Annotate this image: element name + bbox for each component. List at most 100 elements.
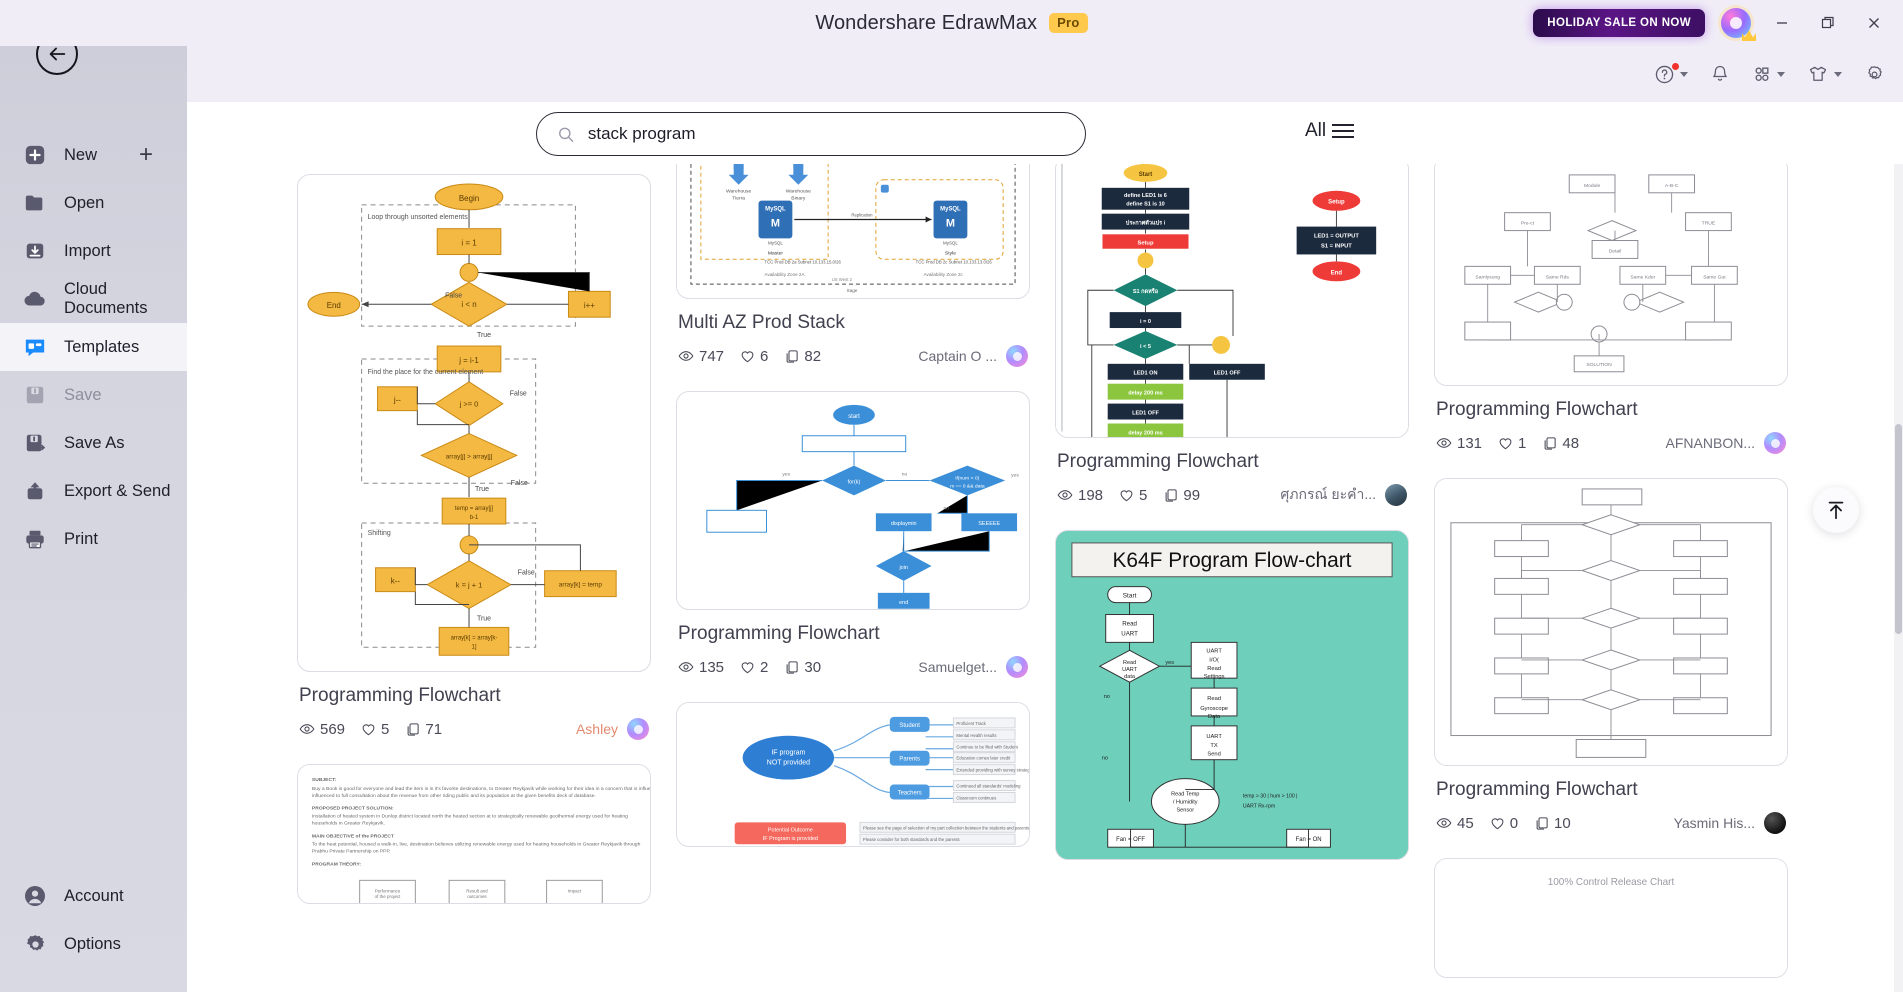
- svg-text:no: no: [943, 506, 949, 511]
- sidebar-item-import[interactable]: Import: [0, 227, 187, 275]
- template-thumbnail[interactable]: start for(k) if(num > 0) m == 0 && data …: [676, 391, 1030, 610]
- sidebar-item-print[interactable]: Print: [0, 515, 187, 563]
- chevron-down-icon: [1777, 71, 1785, 77]
- template-thumbnail[interactable]: Start define LED1 is 6 define S1 is 10 ป…: [1055, 164, 1409, 438]
- svg-text:NOT provided: NOT provided: [767, 760, 810, 767]
- svg-text:1]: 1]: [472, 644, 477, 650]
- scroll-to-top-icon: [1828, 501, 1844, 520]
- likes-count: 1: [1518, 434, 1527, 452]
- template-card[interactable]: Start define LED1 is 6 define S1 is 10 ป…: [1055, 164, 1409, 508]
- template-card[interactable]: Begin Loop through unsorted elements i =…: [297, 174, 651, 742]
- svg-text:100% Control Release Chart: 100% Control Release Chart: [1548, 877, 1675, 888]
- svg-text:LED1 ON: LED1 ON: [1133, 371, 1157, 377]
- aws-stack-preview: TCC Tickets WarehouseTickets WarehouseTi…: [677, 164, 1029, 298]
- sidebar-item-cloud-documents[interactable]: Cloud Documents: [0, 275, 187, 323]
- sidebar-item-export-send[interactable]: Export & Send: [0, 467, 187, 515]
- template-thumbnail[interactable]: Module A-B-C Pre-ct TRUE Detail Samlysung S…: [1434, 164, 1788, 386]
- sidebar-item-options[interactable]: Options: [0, 920, 187, 968]
- avatar: [1764, 432, 1786, 454]
- search-icon: [559, 127, 574, 142]
- content-scrollbar[interactable]: [1894, 164, 1903, 992]
- copies-stat: 99: [1163, 487, 1200, 504]
- card-author[interactable]: Yasmin His...: [1674, 812, 1786, 834]
- settings-button[interactable]: [1864, 64, 1885, 85]
- close-button[interactable]: [1859, 8, 1889, 38]
- copies-stat: 48: [1542, 435, 1579, 452]
- chevron-down-icon: [1680, 71, 1688, 77]
- svg-text:MySQL: MySQL: [768, 240, 783, 245]
- filter-all-button[interactable]: All: [1305, 120, 1355, 142]
- document-page-preview: SUBJECT: Buy a Book is good for everyone…: [298, 765, 650, 903]
- help-button[interactable]: [1654, 62, 1688, 85]
- card-author[interactable]: ศุภกรณ์ ยะคำ...: [1280, 484, 1407, 506]
- apps-grid-icon: [1755, 67, 1769, 81]
- card-author[interactable]: Captain O ...: [918, 345, 1028, 367]
- notifications-button[interactable]: [1710, 64, 1730, 84]
- template-thumbnail[interactable]: 100% Control Release Chart: [1434, 858, 1788, 978]
- apps-grid-button[interactable]: [1752, 64, 1785, 84]
- svg-text:Prabhu Private Partnership on: Prabhu Private Partnership on PPP.: [312, 848, 391, 854]
- copy-icon: [1536, 816, 1548, 830]
- template-thumbnail[interactable]: K64F Program Flow-chart Start Read UART …: [1055, 530, 1409, 860]
- svg-text:yes: yes: [1165, 660, 1174, 666]
- new-plus-icon: [22, 142, 48, 168]
- svg-text:Please see the page of selecti: Please see the page of selection of my p…: [863, 825, 1029, 830]
- minimize-button[interactable]: [1767, 8, 1797, 38]
- sidebar-item-new[interactable]: New +: [0, 131, 187, 179]
- template-card[interactable]: Module A-B-C Pre-ct TRUE Detail Samlysung S…: [1434, 164, 1788, 456]
- svg-text:Read: Read: [1122, 620, 1137, 627]
- svg-text:Performance: Performance: [375, 888, 401, 893]
- sidebar-item-save-as[interactable]: Save As: [0, 419, 187, 467]
- user-avatar[interactable]: [1721, 8, 1756, 41]
- export-send-icon: [22, 478, 48, 504]
- views-stat: 135: [678, 659, 724, 676]
- svg-text:j >= 0: j >= 0: [459, 400, 479, 409]
- template-thumbnail[interactable]: Begin Loop through unsorted elements i =…: [297, 174, 651, 672]
- heart-icon: [362, 723, 375, 735]
- svg-text:TCC Prod DB 2a Subnet 10.133.1: TCC Prod DB 2a Subnet 10.133.15.0/26: [765, 259, 842, 264]
- svg-text:SEEEEE: SEEEEE: [978, 521, 1000, 527]
- template-thumbnail[interactable]: IF program NOT provided Student Parents …: [676, 702, 1030, 847]
- template-thumbnail[interactable]: TCC Tickets WarehouseTickets WarehouseTi…: [676, 164, 1030, 299]
- template-card[interactable]: TCC Tickets WarehouseTickets WarehouseTi…: [676, 164, 1030, 369]
- svg-text:Same Kder: Same Kder: [1630, 274, 1655, 280]
- svg-text:i < 5: i < 5: [1140, 344, 1151, 350]
- sidebar-item-account[interactable]: Account: [0, 872, 187, 920]
- card-meta: 569 5 71 Ashley: [299, 716, 649, 742]
- card-author[interactable]: Ashley: [576, 718, 649, 740]
- save-as-icon: [22, 430, 48, 456]
- card-meta: 135 2 30 Samuelget...: [678, 654, 1028, 680]
- svg-text:yes: yes: [1011, 474, 1019, 479]
- template-card[interactable]: K64F Program Flow-chart Start Read UART …: [1055, 530, 1409, 860]
- template-card[interactable]: 100% Control Release Chart: [1434, 858, 1788, 978]
- restore-button[interactable]: [1813, 8, 1843, 38]
- title-bar: Wondershare EdrawMax Pro HOLIDAY SALE ON…: [0, 0, 1903, 46]
- avatar: [1006, 656, 1028, 678]
- svg-text:j = i-1: j = i-1: [458, 356, 479, 365]
- scrollbar-thumb[interactable]: [1895, 424, 1902, 634]
- copies-count: 99: [1183, 486, 1201, 504]
- sidebar-item-label: Cloud Documents: [64, 280, 148, 317]
- sidebar-item-label: Save: [64, 385, 102, 404]
- theme-button[interactable]: [1807, 64, 1842, 84]
- template-thumbnail[interactable]: SUBJECT: Buy a Book is good for everyone…: [297, 764, 651, 904]
- sidebar-item-templates[interactable]: Templates: [0, 323, 187, 371]
- svg-text:UART: UART: [1122, 667, 1138, 673]
- template-card[interactable]: Programming Flowchart 45 0 10 Yasmin His…: [1434, 478, 1788, 836]
- card-author[interactable]: Samuelget...: [918, 656, 1028, 678]
- sidebar-item-open[interactable]: Open: [0, 179, 187, 227]
- views-count: 45: [1457, 814, 1474, 832]
- template-thumbnail[interactable]: [1434, 478, 1788, 766]
- card-author[interactable]: AFNANBON...: [1666, 432, 1786, 454]
- search-box[interactable]: [536, 112, 1086, 156]
- svg-text:i < n: i < n: [461, 300, 476, 309]
- template-card[interactable]: IF program NOT provided Student Parents …: [676, 702, 1030, 847]
- svg-text:UART: UART: [1206, 734, 1222, 740]
- scroll-to-top-button[interactable]: [1813, 487, 1859, 533]
- template-card[interactable]: SUBJECT: Buy a Book is good for everyone…: [297, 764, 651, 904]
- new-add-button[interactable]: +: [139, 143, 153, 167]
- search-input[interactable]: [587, 124, 1065, 144]
- template-card[interactable]: start for(k) if(num > 0) m == 0 && data …: [676, 391, 1030, 680]
- title-bar-actions: HOLIDAY SALE ON NOW: [1533, 0, 1889, 46]
- holiday-sale-button[interactable]: HOLIDAY SALE ON NOW: [1533, 9, 1705, 37]
